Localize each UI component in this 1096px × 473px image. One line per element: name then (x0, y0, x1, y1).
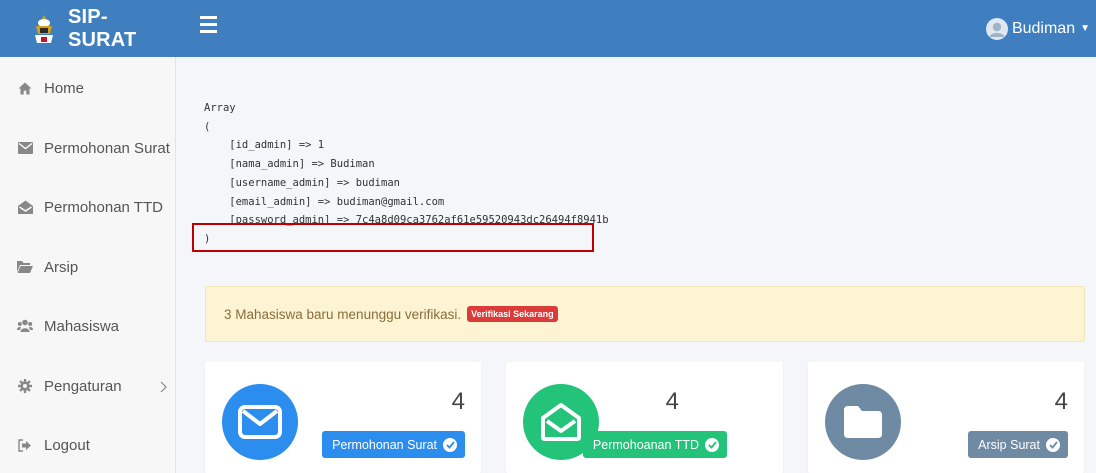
brand-name: SIP-SURAT (67, 5, 137, 51)
sign-out-icon (17, 437, 33, 453)
sidebar-item-label: Permohonan Surat (44, 139, 170, 157)
user-name: Budiman (1011, 19, 1076, 37)
verification-alert: 3 Mahasiswa baru menunggu verifikasi. Ve… (205, 286, 1085, 342)
permohonan-surat-button[interactable]: Permohonan Surat (322, 431, 465, 458)
gear-icon (17, 378, 33, 394)
card-count: 4 (665, 388, 679, 415)
sidebar-item-home[interactable]: Home (0, 68, 176, 108)
card-count: 4 (451, 388, 465, 415)
sidebar-item-label: Home (44, 79, 85, 97)
check-circle-icon (443, 437, 457, 452)
sidebar: Home Permohonan Surat Permohonan TTD Ars… (0, 57, 176, 473)
sidebar-item-label: Logout (44, 436, 90, 454)
user-menu[interactable]: Budiman ▼ (985, 0, 1096, 57)
password-highlight-box (192, 223, 594, 252)
check-circle-icon (705, 437, 719, 452)
card-arsip-surat: 4 Arsip Surat (808, 362, 1084, 473)
sidebar-item-label: Arsip (44, 258, 79, 276)
folder-icon (825, 384, 901, 460)
sidebar-item-mahasiswa[interactable]: Mahasiswa (0, 306, 176, 346)
check-circle-icon (1046, 437, 1060, 452)
verify-now-button[interactable]: Verifikasi Sekarang (467, 306, 558, 322)
brand[interactable]: SIP-SURAT (0, 0, 176, 57)
permohonan-ttd-button[interactable]: Permohoanan TTD (582, 431, 727, 458)
card-label: Permohonan Surat (332, 437, 437, 452)
sidebar-item-label: Mahasiswa (44, 317, 120, 335)
envelope-icon (222, 384, 298, 460)
arsip-surat-button[interactable]: Arsip Surat (968, 431, 1068, 458)
sidebar-item-pengaturan[interactable]: Pengaturan (0, 366, 176, 406)
sidebar-item-logout[interactable]: Logout (0, 425, 176, 465)
users-icon (17, 318, 33, 334)
sidebar-item-arsip[interactable]: Arsip (0, 247, 176, 287)
menu-toggle-icon[interactable] (200, 16, 217, 38)
folder-open-icon (17, 259, 33, 275)
card-permohonan-ttd: 4 Permohoanan TTD (506, 362, 783, 473)
logo-icon (34, 14, 53, 43)
home-icon (17, 80, 33, 96)
chevron-right-icon (160, 378, 167, 397)
envelope-icon (17, 140, 33, 156)
avatar (985, 17, 1008, 40)
sidebar-item-permohonan-ttd[interactable]: Permohonan TTD (0, 187, 176, 227)
chevron-down-icon: ▼ (1080, 23, 1090, 34)
sidebar-item-label: Pengaturan (44, 377, 122, 395)
sidebar-item-permohonan-surat[interactable]: Permohonan Surat (0, 128, 176, 168)
envelope-open-icon (17, 199, 33, 215)
navbar: Budiman ▼ (176, 0, 1096, 57)
alert-text: 3 Mahasiswa baru menunggu verifikasi. (224, 306, 462, 322)
card-label: Arsip Surat (978, 437, 1040, 452)
card-count: 4 (1054, 388, 1068, 415)
card-permohonan-surat: 4 Permohonan Surat (205, 362, 481, 473)
sidebar-item-label: Permohonan TTD (44, 198, 163, 216)
card-label: Permohoanan TTD (592, 437, 699, 452)
